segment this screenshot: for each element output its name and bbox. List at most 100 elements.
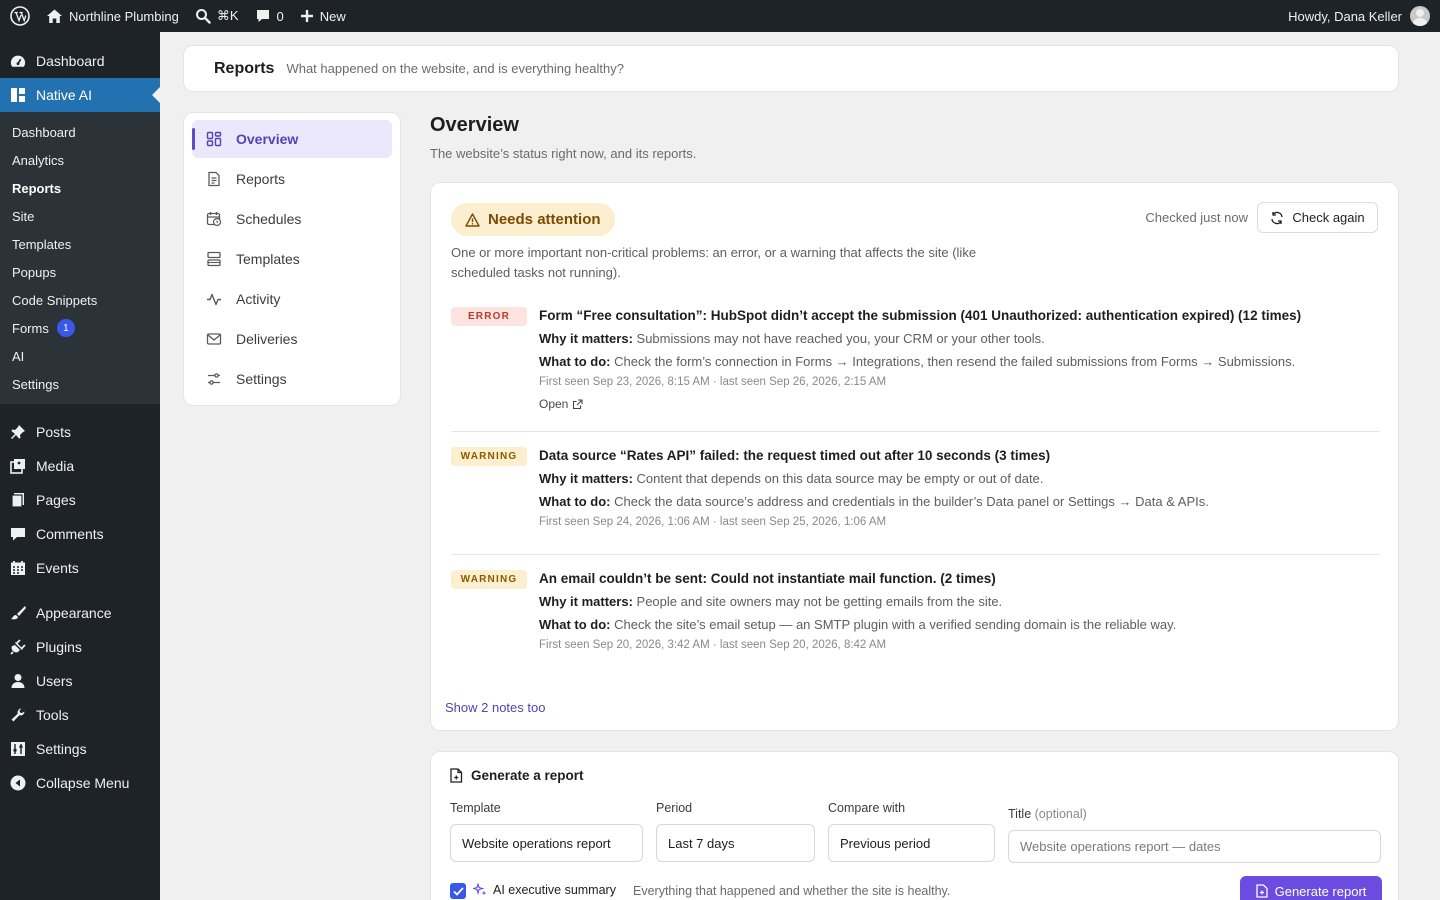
attention-label: Needs attention	[488, 211, 601, 228]
divider	[451, 554, 1380, 555]
submenu-site[interactable]: Site	[0, 202, 160, 230]
issue-title: Form “Free consultation”: HubSpot didn’t…	[539, 308, 1302, 323]
menu-tools[interactable]: Tools	[0, 698, 160, 732]
title-optional: (optional)	[1034, 807, 1087, 821]
ai-summary-label-row[interactable]: AI executive summary	[473, 883, 616, 897]
document-plus-icon	[450, 768, 463, 783]
submenu-popups[interactable]: Popups	[0, 258, 160, 286]
search-shortcut[interactable]: ⌘K	[187, 0, 247, 32]
activity-pulse-icon	[207, 293, 221, 306]
needs-attention-badge: Needs attention	[451, 203, 615, 236]
menu-label: Media	[36, 458, 75, 474]
submenu-label: Settings	[12, 376, 59, 392]
ai-summary-label: AI executive summary	[493, 883, 616, 897]
divider	[451, 431, 1380, 432]
comments-icon	[11, 528, 25, 541]
site-name: Northline Plumbing	[69, 8, 179, 24]
error-tag: ERROR	[451, 307, 527, 326]
menu-plugins[interactable]: Plugins	[0, 630, 160, 664]
nav-schedules[interactable]: Schedules	[192, 200, 392, 238]
menu-comments[interactable]: Comments	[0, 517, 160, 551]
period-select[interactable]: Last 7 days	[656, 824, 815, 862]
pages-icon	[11, 493, 24, 508]
template-select[interactable]: Website operations report	[450, 824, 643, 862]
menu-label: Native AI	[36, 87, 93, 103]
report-title-input[interactable]: Website operations report — dates	[1008, 830, 1381, 863]
menu-native-ai[interactable]: Native AI	[0, 78, 160, 112]
generate-report-heading: Generate a report	[450, 768, 584, 783]
nav-settings[interactable]: Settings	[192, 360, 392, 398]
title-label: Title (optional)	[1008, 807, 1087, 821]
nav-activity[interactable]: Activity	[192, 280, 392, 318]
new-content-link[interactable]: New	[292, 0, 354, 32]
submenu-settings[interactable]: Settings	[0, 370, 160, 398]
menu-label: Collapse Menu	[36, 775, 130, 791]
check-again-label: Check again	[1292, 210, 1365, 225]
document-icon	[208, 171, 220, 187]
menu-label: Users	[36, 673, 73, 689]
menu-users[interactable]: Users	[0, 664, 160, 698]
nav-label: Templates	[236, 251, 300, 267]
search-shortcut-label: ⌘K	[216, 8, 239, 23]
overview-grid-icon	[206, 131, 222, 147]
search-icon	[195, 9, 211, 24]
menu-posts[interactable]: Posts	[0, 415, 160, 449]
collapse-menu-button[interactable]: Collapse Menu	[0, 766, 160, 800]
overview-subtitle: The website’s status right now, and its …	[430, 146, 697, 161]
comment-bubble-icon	[256, 10, 269, 22]
menu-dashboard[interactable]: Dashboard	[0, 44, 160, 78]
menu-appearance[interactable]: Appearance	[0, 596, 160, 630]
menu-label: Comments	[36, 526, 104, 542]
status-description: One or more important non-critical probl…	[451, 245, 977, 280]
menu-label: Plugins	[36, 639, 82, 655]
submenu-ai[interactable]: AI	[0, 342, 160, 370]
submenu-analytics[interactable]: Analytics	[0, 146, 160, 174]
generate-report-button[interactable]: Generate report	[1240, 876, 1382, 900]
submenu-dashboard[interactable]: Dashboard	[0, 118, 160, 146]
forms-count-badge: 1	[56, 319, 75, 337]
external-link-icon	[573, 398, 583, 409]
menu-media[interactable]: Media	[0, 449, 160, 483]
submenu-forms[interactable]: Forms 1	[0, 314, 160, 342]
menu-events[interactable]: Events	[0, 551, 160, 585]
account-menu[interactable]: Howdy, Dana Keller	[1288, 6, 1440, 26]
issue-why: Why it matters: People and site owners m…	[539, 593, 1380, 610]
site-status-card: Needs attention Checked just now Check a…	[430, 182, 1399, 731]
comments-count: 0	[276, 8, 284, 24]
issue-meta: First seen Sep 24, 2026, 1:06 AM · last …	[539, 516, 887, 528]
why-label: Why it matters:	[539, 331, 633, 346]
period-label: Period	[656, 801, 693, 815]
submenu-reports[interactable]: Reports	[0, 174, 160, 202]
calendar-clock-icon	[206, 212, 222, 227]
comments-link[interactable]: 0	[247, 0, 292, 32]
nav-label: Overview	[236, 131, 299, 147]
submenu-label: Site	[12, 208, 35, 224]
issue-title: Data source “Rates API” failed: the requ…	[539, 448, 1051, 463]
open-link[interactable]: Open	[539, 397, 1380, 411]
menu-settings[interactable]: Settings	[0, 732, 160, 766]
ai-summary-checkbox[interactable]	[450, 883, 466, 899]
plus-icon	[300, 10, 313, 22]
plug-icon	[10, 639, 26, 655]
checked-time: Checked just now	[1145, 210, 1248, 225]
nav-deliveries[interactable]: Deliveries	[192, 320, 392, 358]
native-ai-grid-icon	[11, 88, 25, 102]
submenu-code-snippets[interactable]: Code Snippets	[0, 286, 160, 314]
submenu-templates[interactable]: Templates	[0, 230, 160, 258]
nav-overview[interactable]: Overview	[192, 120, 392, 158]
open-label: Open	[539, 397, 569, 411]
nav-templates[interactable]: Templates	[192, 240, 392, 278]
compare-select[interactable]: Previous period	[828, 824, 995, 862]
todo-label: What to do:	[539, 354, 611, 369]
wordpress-logo-icon[interactable]	[2, 0, 38, 32]
site-name-link[interactable]: Northline Plumbing	[38, 0, 187, 32]
menu-pages[interactable]: Pages	[0, 483, 160, 517]
nav-label: Deliveries	[236, 331, 298, 347]
show-notes-link[interactable]: Show 2 notes too	[445, 700, 545, 715]
why-text: Submissions may not have reached you, yo…	[636, 331, 1045, 346]
check-again-button[interactable]: Check again	[1257, 202, 1378, 233]
submenu-label: Forms	[12, 320, 49, 336]
nav-reports[interactable]: Reports	[192, 160, 392, 198]
page-subtitle: What happened on the website, and is eve…	[286, 61, 624, 76]
nav-label: Settings	[236, 371, 287, 387]
